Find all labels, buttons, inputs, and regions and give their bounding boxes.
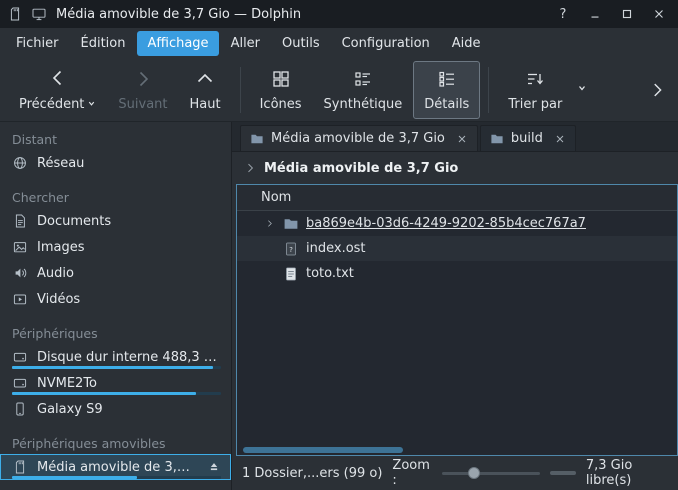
titlebar: Média amovible de 3,7 Gio — Dolphin ? [0,0,678,28]
sidebar-item-images[interactable]: Images [0,234,231,260]
phone-icon [12,401,28,417]
sidebar-item-videos[interactable]: Vidéos [0,286,231,312]
hard-drive-icon [12,349,28,365]
file-row[interactable]: index.ost [237,236,677,261]
breadcrumb: Média amovible de 3,7 Gio [232,152,678,184]
folder-icon [490,132,504,146]
chevron-down-icon[interactable] [577,82,587,97]
menu-aide[interactable]: Aide [442,31,491,56]
icons-view-button[interactable]: Icônes [249,61,313,119]
file-row[interactable]: toto.txt [237,261,677,286]
free-space-label: 7,3 Gio libre(s) [586,458,668,488]
disk-usage-bar [12,476,221,479]
sidebar-item-galaxy-s9[interactable]: Galaxy S9 [0,396,231,422]
zoom-slider[interactable] [442,465,540,481]
window-icon [6,5,24,23]
hard-drive-icon [12,375,28,391]
dolphin-window: Média amovible de 3,7 Gio — Dolphin ? Fi… [0,0,678,490]
tab-media-amovible[interactable]: Média amovible de 3,7 Gio [240,125,478,151]
file-view: Nom ba869e4b-03d6-4249-9202-85b4cec767a7… [236,184,678,456]
folder-icon [250,132,264,146]
document-icon [12,213,28,229]
compact-view-button[interactable]: Synthétique [313,61,414,119]
details-view-icon [437,69,457,93]
chevron-down-icon [87,97,96,112]
video-icon [12,291,28,307]
disk-usage-bar [12,366,221,369]
chevron-right-icon[interactable] [244,162,256,174]
file-name: index.ost [306,241,366,256]
file-name: ba869e4b-03d6-4249-9202-85b4cec767a7 [306,216,586,231]
disk-usage-bar [12,392,221,395]
section-header-peripheriques: Périphériques [0,322,231,344]
tab-bar: Média amovible de 3,7 Gio build [232,122,678,152]
toolbar-separator [488,67,489,113]
up-button[interactable]: Haut [179,61,232,119]
chevron-left-icon [48,68,68,92]
horizontal-scrollbar[interactable] [237,445,677,455]
file-name: toto.txt [306,266,354,281]
app-icon [30,5,48,23]
sidebar-item-reseau[interactable]: Réseau [0,150,231,176]
breadcrumb-current[interactable]: Média amovible de 3,7 Gio [264,161,458,176]
back-button[interactable]: Précédent [8,60,107,120]
column-header-row: Nom [237,185,677,211]
menu-edition[interactable]: Édition [71,31,136,56]
toolbar: Précédent Suivant Haut Icônes Synthétiqu… [0,58,678,122]
file-row[interactable]: ba869e4b-03d6-4249-9202-85b4cec767a7 [237,211,677,236]
tab-close-icon[interactable] [456,133,468,145]
tab-build[interactable]: build [480,125,576,151]
chevron-up-icon [195,69,215,93]
toolbar-overflow-button[interactable] [644,70,670,110]
places-panel: Distant Réseau Chercher Documents Images [0,122,232,490]
sidebar-item-audio[interactable]: Audio [0,260,231,286]
eject-icon[interactable] [207,460,221,474]
expand-chevron-icon[interactable] [261,219,277,228]
sort-by-button[interactable]: Trier par [497,61,573,119]
sidebar-item-documents[interactable]: Documents [0,208,231,234]
items-summary: 1 Dossier,...ers (99 o) [242,466,382,481]
status-bar: 1 Dossier,...ers (99 o) Zoom : 7,3 Gio l… [232,456,678,490]
sd-card-icon [12,459,28,475]
close-button[interactable] [646,3,672,25]
chevron-right-icon [133,69,153,93]
network-icon [12,155,28,171]
section-header-chercher: Chercher [0,186,231,208]
minimize-button[interactable] [582,3,608,25]
maximize-button[interactable] [614,3,640,25]
compact-view-icon [353,69,373,93]
forward-button[interactable]: Suivant [107,61,178,119]
menu-outils[interactable]: Outils [272,31,330,56]
zoom-slider-track[interactable] [442,472,540,475]
zoom-slider-knob[interactable] [468,467,480,479]
unknown-file-icon [283,241,300,257]
section-header-peripheriques-amovibles: Périphériques amovibles [0,432,231,454]
tab-close-icon[interactable] [554,133,566,145]
column-header-nom[interactable]: Nom [261,190,291,205]
menu-configuration[interactable]: Configuration [332,31,440,56]
help-button[interactable]: ? [550,3,576,25]
sort-icon [525,69,545,93]
sidebar-item-media-amovible[interactable]: Média amovible de 3,7 … [0,454,231,480]
sidebar-item-disque-dur-interne[interactable]: Disque dur interne 488,3 G… [0,344,231,370]
audio-icon [12,265,28,281]
toolbar-separator [240,67,241,113]
image-icon [12,239,28,255]
scrollbar-thumb[interactable] [243,447,403,453]
window-title: Média amovible de 3,7 Gio — Dolphin [56,7,301,22]
menu-affichage[interactable]: Affichage [137,31,218,56]
section-header-distant: Distant [0,128,231,150]
details-view-button[interactable]: Détails [413,61,480,119]
menu-aller[interactable]: Aller [221,31,270,56]
free-space-bar [550,471,576,475]
text-file-icon [283,266,300,282]
menubar: Fichier Édition Affichage Aller Outils C… [0,28,678,58]
zoom-label: Zoom : [392,458,431,488]
menu-fichier[interactable]: Fichier [6,31,69,56]
grid-icon [271,69,291,93]
sidebar-item-nvme2to[interactable]: NVME2To [0,370,231,396]
folder-icon [283,216,300,232]
